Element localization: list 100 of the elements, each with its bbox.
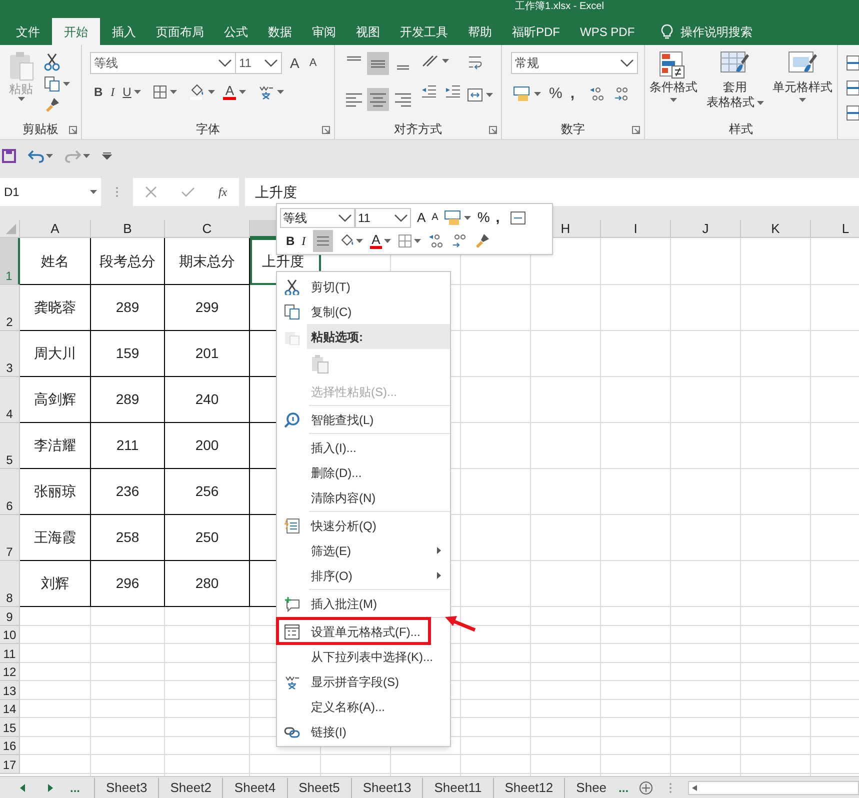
sheet-tab[interactable]: Sheet5 (286, 778, 351, 798)
font-name-dropdown[interactable]: 等线 (280, 208, 355, 228)
sheet-tab[interactable]: Shee (564, 778, 618, 798)
column-header[interactable]: J (671, 220, 741, 238)
menu-item[interactable]: 设置单元格格式(F)... (311, 622, 420, 640)
row-header[interactable]: 17 (0, 755, 20, 774)
sheet-tab[interactable]: Sheet12 (492, 778, 564, 798)
sheet-tab[interactable]: Sheet13 (350, 778, 422, 798)
menu-item[interactable]: 从下拉列表中选择(K)... (311, 648, 433, 666)
ribbon-tab[interactable]: 帮助 (458, 18, 502, 45)
row-header[interactable]: 13 (0, 681, 20, 700)
table-cell[interactable]: 296 (91, 561, 165, 607)
row-header[interactable]: 5 (0, 423, 20, 469)
column-header[interactable]: I (601, 220, 671, 238)
table-cell[interactable]: 240 (165, 377, 250, 423)
row-header[interactable]: 1 (0, 238, 20, 285)
row-header[interactable]: 10 (0, 626, 20, 644)
menu-item[interactable]: 智能查找(L) (311, 410, 374, 428)
ribbon-tab[interactable]: 福昕PDF (502, 18, 570, 45)
ribbon-tab[interactable]: 数据 (258, 18, 302, 45)
row-header[interactable]: 9 (0, 607, 20, 626)
column-header[interactable]: K (741, 220, 811, 238)
ribbon-tab[interactable]: WPS PDF (570, 18, 645, 45)
table-cell[interactable]: 159 (91, 331, 165, 377)
underline-button[interactable]: U (122, 83, 132, 101)
column-header[interactable]: L (811, 220, 859, 238)
style-button[interactable]: 套用 表格格式 (706, 50, 764, 119)
grow-font-button[interactable]: A (417, 211, 426, 224)
font-color-button[interactable]: A (223, 84, 236, 100)
row-header[interactable]: 3 (0, 331, 20, 377)
row-header[interactable]: 11 (0, 644, 20, 662)
ribbon-tab[interactable]: 开始 (52, 18, 100, 45)
percent-button[interactable]: % (477, 207, 490, 228)
shrink-font-button[interactable]: A (432, 212, 438, 222)
bold-button[interactable]: B (94, 83, 103, 101)
menu-item[interactable]: 排序(O) (311, 566, 352, 584)
font-size-dropdown[interactable]: 11 (236, 52, 282, 74)
name-box[interactable]: D1 (0, 178, 101, 206)
table-cell[interactable]: 211 (91, 423, 165, 469)
sheet-tab[interactable]: Sheet11 (422, 778, 493, 798)
menu-item[interactable]: 插入(I)... (311, 438, 356, 456)
ribbon-tab[interactable]: 插入 (102, 18, 146, 45)
table-cell[interactable]: 龚晓蓉 (20, 285, 91, 331)
sheet-tab[interactable]: Sheet4 (222, 778, 287, 798)
ribbon-tab[interactable]: 文件 (6, 18, 50, 45)
more-sheets-button[interactable]: ... (70, 778, 80, 796)
table-cell[interactable]: 258 (91, 515, 165, 561)
row-header[interactable]: 12 (0, 662, 20, 681)
more-sheets-button[interactable]: ... (618, 778, 629, 796)
number-format-dropdown[interactable]: 常规 (511, 52, 638, 74)
font-name-dropdown[interactable]: 等线 (90, 52, 236, 74)
menu-item[interactable]: 插入批注(M) (311, 594, 377, 612)
style-button[interactable]: 条件格式 (650, 50, 698, 119)
row-header[interactable]: 8 (0, 561, 20, 607)
menu-item[interactable]: 复制(C) (311, 302, 352, 320)
table-cell[interactable]: 段考总分 (91, 238, 165, 285)
row-header[interactable]: 14 (0, 700, 20, 718)
row-header[interactable]: 4 (0, 377, 20, 423)
table-cell[interactable]: 高剑辉 (20, 377, 91, 423)
font-size-dropdown[interactable]: 11 (355, 208, 411, 228)
menu-item[interactable]: 筛选(E) (311, 542, 351, 560)
table-cell[interactable]: 280 (165, 561, 250, 607)
menu-item[interactable]: 删除(D)... (311, 464, 362, 482)
row-header[interactable]: 16 (0, 736, 20, 755)
shrink-font-button[interactable]: A (309, 58, 317, 68)
font-color-button[interactable]: A (370, 233, 382, 249)
ribbon-tab[interactable]: 公式 (214, 18, 258, 45)
comma-button[interactable]: , (570, 83, 575, 106)
menu-item[interactable]: 定义名称(A)... (311, 698, 385, 716)
percent-button[interactable]: % (549, 83, 562, 106)
menu-item[interactable]: 链接(I) (311, 722, 346, 740)
comma-button[interactable]: , (496, 207, 500, 228)
menu-item[interactable]: 快速分析(Q) (311, 516, 376, 534)
ribbon-tab[interactable]: 审阅 (302, 18, 346, 45)
table-cell[interactable]: 姓名 (20, 238, 91, 285)
sheet-tab[interactable]: Sheet2 (158, 778, 222, 798)
table-cell[interactable]: 200 (165, 423, 250, 469)
ribbon-tab[interactable]: 开发工具 (390, 18, 458, 45)
formula-field[interactable]: 上升度 (245, 178, 859, 206)
row-header[interactable]: 6 (0, 469, 20, 515)
table-cell[interactable]: 256 (165, 469, 250, 515)
table-cell[interactable]: 250 (165, 515, 250, 561)
menu-item[interactable]: 显示拼音字段(S) (311, 672, 399, 690)
table-cell[interactable]: 236 (91, 469, 165, 515)
table-cell[interactable]: 刘辉 (20, 561, 91, 607)
row-header[interactable]: 2 (0, 285, 20, 331)
table-cell[interactable]: 王海霞 (20, 515, 91, 561)
table-cell[interactable]: 期末总分 (165, 238, 250, 285)
search-field[interactable]: 操作说明搜索 (680, 22, 753, 40)
table-cell[interactable]: 299 (165, 285, 250, 331)
table-cell[interactable]: 201 (165, 331, 250, 377)
row-header[interactable]: 15 (0, 718, 20, 736)
insert-function-button[interactable]: fx (218, 183, 228, 201)
table-cell[interactable]: 周大川 (20, 331, 91, 377)
italic-button[interactable]: I (110, 83, 115, 101)
sheet-tab[interactable]: Sheet3 (94, 778, 158, 798)
table-cell[interactable]: 张丽琼 (20, 469, 91, 515)
table-cell[interactable]: 289 (91, 285, 165, 331)
table-cell[interactable]: 289 (91, 377, 165, 423)
style-button[interactable]: 单元格样式 (772, 50, 832, 119)
